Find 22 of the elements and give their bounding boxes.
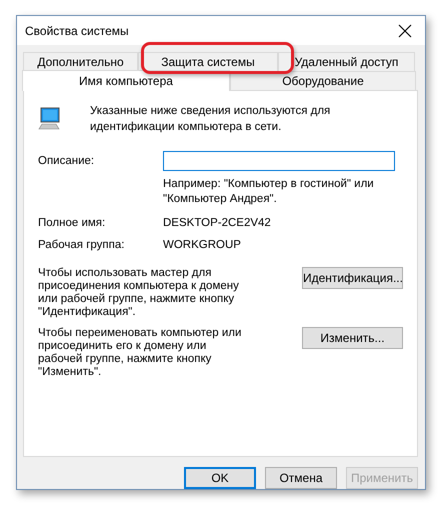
intro-text: Указанные ниже сведения используются для идентификации компьютера в сети. — [90, 104, 332, 135]
tab[interactable]: Дополнительно — [23, 52, 138, 71]
action-button[interactable]: Изменить... — [302, 327, 403, 349]
tab[interactable]: Защита системы — [138, 52, 278, 71]
close-icon — [398, 24, 412, 38]
instruction-text: Чтобы переименовать компьютер или присоединить его к домену или рабочей группе, нажмите кнопку "Изменить". — [38, 327, 242, 379]
tab[interactable]: Удаленный доступ — [278, 52, 415, 71]
hint-text: Например: "Компьютер в гостиной" или "Компьютер Андрея". — [163, 177, 375, 207]
field-value: DESKTOP-2CE2V42 — [163, 217, 272, 229]
instruction-text: Чтобы использовать мастер для присоединения компьютера к домену или рабочей группе, нажмите кнопку "Идентификация". — [38, 267, 240, 319]
tab[interactable]: Имя компьютера — [22, 70, 230, 91]
field-label: Полное имя: — [38, 217, 106, 229]
tab[interactable]: Оборудование — [230, 71, 416, 90]
action-button[interactable]: Идентификация... — [302, 267, 403, 289]
computer-icon — [38, 107, 62, 131]
field-label: Описание: — [38, 155, 96, 167]
field-label: Рабочая группа: — [38, 239, 126, 251]
dialog-button[interactable]: OK — [184, 467, 256, 489]
dialog-button[interactable]: Отмена — [265, 467, 337, 489]
field-value: WORKGROUP — [163, 239, 242, 251]
description-field[interactable] — [163, 151, 395, 171]
window-title: Свойства системы — [25, 24, 129, 38]
